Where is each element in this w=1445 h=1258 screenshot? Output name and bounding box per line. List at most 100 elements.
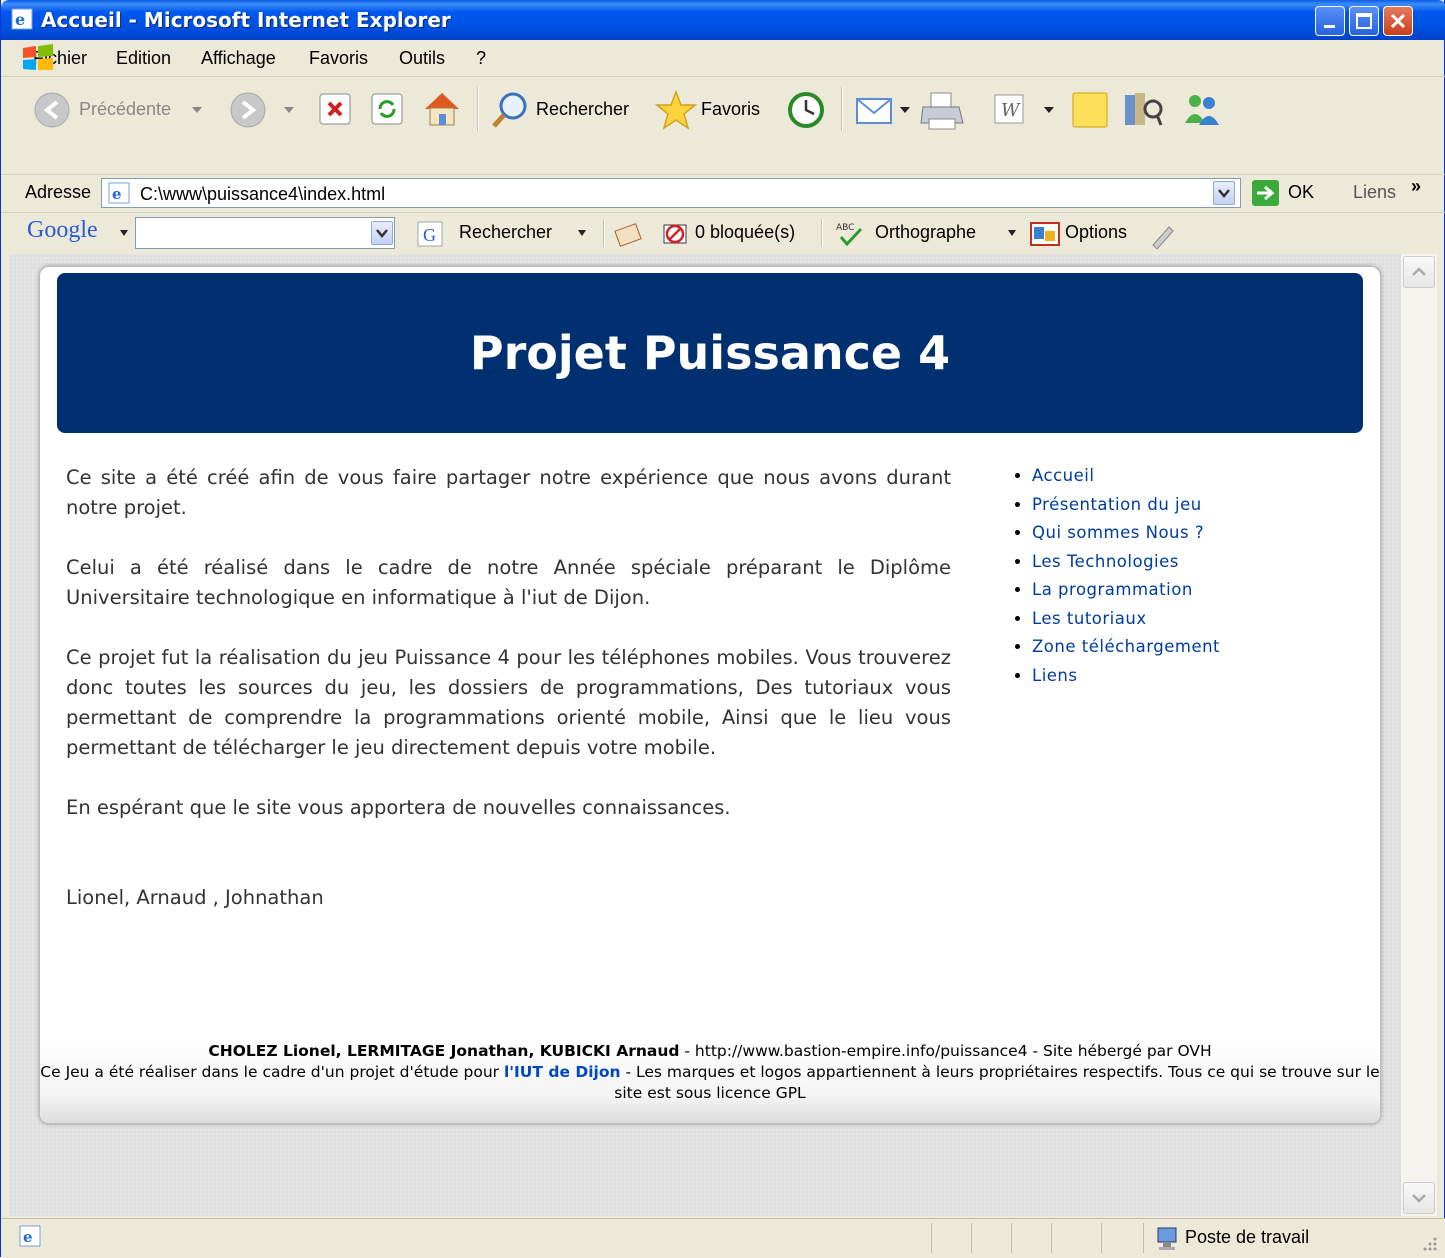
messenger-icon[interactable]: [1181, 89, 1225, 131]
back-arrow-icon[interactable]: [33, 91, 71, 129]
mail-icon[interactable]: [853, 89, 897, 129]
intro-paragraph: Ce site a été créé afin de vous faire pa…: [66, 466, 951, 519]
toolbar-separator: [477, 87, 479, 131]
close-button[interactable]: [1383, 6, 1413, 36]
highlighter-icon[interactable]: [1147, 221, 1177, 249]
svg-text:ABC: ABC: [836, 223, 854, 233]
status-cell: [1011, 1223, 1012, 1253]
stop-icon[interactable]: [317, 91, 353, 127]
edit-dropdown-icon[interactable]: [1043, 105, 1055, 115]
svg-text:G: G: [423, 225, 436, 245]
google-search-dropdown[interactable]: [371, 221, 393, 245]
svg-text:W: W: [1001, 100, 1021, 121]
close-icon: [1390, 13, 1406, 29]
page-container: Projet Puissance 4 Ce site a été créé af…: [39, 266, 1381, 1124]
sidebar-nav: Accueil Présentation du jeu Qui sommes N…: [1008, 462, 1308, 1000]
status-cell: [1143, 1223, 1144, 1253]
back-button[interactable]: Précédente: [79, 99, 171, 120]
print-icon[interactable]: [919, 89, 965, 133]
popup-blocked-count[interactable]: 0 bloquée(s): [695, 222, 795, 243]
address-field[interactable]: e C:\www\puissance4\index.html: [101, 178, 1241, 208]
ie-logo-icon: e: [11, 8, 33, 30]
vertical-scrollbar[interactable]: [1400, 254, 1437, 1216]
favorites-button[interactable]: Favoris: [701, 99, 760, 120]
go-button[interactable]: OK: [1288, 182, 1314, 203]
title-bar[interactable]: e Accueil - Microsoft Internet Explorer: [1, 0, 1445, 40]
options-icon[interactable]: [1029, 221, 1061, 249]
svg-text:e: e: [23, 1228, 33, 1246]
computer-zone-icon: [1157, 1227, 1177, 1250]
chevron-down-icon: [376, 229, 388, 238]
toolbar-separator: [603, 219, 605, 247]
maximize-button[interactable]: [1349, 6, 1379, 36]
google-logo[interactable]: Google: [27, 217, 98, 244]
links-button[interactable]: Liens: [1353, 182, 1396, 203]
google-search-input[interactable]: [135, 217, 395, 249]
google-menu-dropdown-icon[interactable]: [119, 229, 129, 237]
ie-window: e Accueil - Microsoft Internet Explorer …: [0, 0, 1445, 1258]
google-search-menu-icon[interactable]: [577, 229, 587, 237]
nav-link-telechargement[interactable]: Zone téléchargement: [1032, 633, 1308, 662]
status-cell: [931, 1223, 932, 1253]
options-button[interactable]: Options: [1065, 222, 1127, 243]
search-button[interactable]: Rechercher: [536, 99, 629, 120]
address-bar: Adresse e C:\www\puissance4\index.html O…: [1, 174, 1445, 211]
windows-flag-icon: [23, 44, 53, 70]
home-icon[interactable]: [421, 89, 463, 129]
google-toolbar: Google G Rechercher 0 bloquée(s) ABC Ort: [1, 212, 1445, 253]
footer-iut-link[interactable]: l'IUT de Dijon: [504, 1063, 621, 1081]
nav-link-tutoriaux[interactable]: Les tutoriaux: [1032, 605, 1308, 634]
nav-link-accueil[interactable]: Accueil: [1032, 462, 1308, 491]
chevron-up-icon: [1412, 267, 1426, 276]
closing-paragraph: En espérant que le site vous apportera d…: [66, 796, 731, 819]
address-url: C:\www\puissance4\index.html: [140, 184, 386, 204]
chevron-down-icon: [1412, 1194, 1426, 1203]
scroll-down-button[interactable]: [1403, 1182, 1435, 1214]
links-more-chevron[interactable]: »: [1411, 176, 1421, 197]
footer-license-text: - Les marques et logos appartiennent à l…: [614, 1063, 1380, 1102]
nav-link-qui-sommes-nous[interactable]: Qui sommes Nous ?: [1032, 519, 1308, 548]
note-icon[interactable]: [1069, 89, 1111, 131]
page-banner: Projet Puissance 4: [57, 273, 1363, 433]
address-dropdown-button[interactable]: [1213, 181, 1235, 205]
search-icon[interactable]: [489, 89, 531, 131]
spellcheck-dropdown-icon[interactable]: [1007, 229, 1017, 237]
edit-word-icon[interactable]: W: [991, 91, 1031, 127]
minimize-button[interactable]: [1315, 6, 1345, 36]
minimize-icon: [1324, 25, 1335, 28]
status-cell: [971, 1223, 972, 1253]
page-icon: e: [108, 182, 130, 204]
status-cell: [1101, 1223, 1102, 1253]
popup-blocker-icon[interactable]: [661, 221, 691, 249]
window-title: Accueil - Microsoft Internet Explorer: [41, 8, 451, 32]
signature: Lionel, Arnaud , Johnathan: [66, 886, 324, 909]
scroll-up-button[interactable]: [1403, 256, 1435, 288]
nav-link-technologies[interactable]: Les Technologies: [1032, 548, 1308, 577]
mail-dropdown-icon[interactable]: [899, 105, 911, 115]
resize-grip-icon[interactable]: [1419, 1233, 1439, 1253]
history-icon[interactable]: [785, 89, 827, 131]
research-icon[interactable]: [1121, 89, 1165, 131]
windows-logo-area: [1, 40, 1445, 77]
nav-link-presentation[interactable]: Présentation du jeu: [1032, 491, 1308, 520]
nav-link-liens[interactable]: Liens: [1032, 662, 1308, 691]
favorites-star-icon[interactable]: [655, 89, 697, 131]
main-content: Ce site a été créé afin de vous faire pa…: [66, 463, 951, 943]
page-footer: CHOLEZ Lionel, LERMITAGE Jonathan, KUBIC…: [40, 1037, 1380, 1123]
news-icon[interactable]: [613, 221, 643, 249]
google-search-button[interactable]: Rechercher: [459, 222, 552, 243]
page-viewport: Projet Puissance 4 Ce site a été créé af…: [9, 254, 1400, 1216]
footer-site-info: - http://www.bastion-empire.info/puissan…: [679, 1042, 1212, 1060]
nav-link-programmation[interactable]: La programmation: [1032, 576, 1308, 605]
forward-dropdown-icon[interactable]: [283, 105, 295, 115]
refresh-icon[interactable]: [369, 91, 405, 127]
footer-project-text: Ce Jeu a été réaliser dans le cadre d'un…: [40, 1063, 504, 1081]
spellcheck-icon[interactable]: ABC: [835, 219, 865, 249]
forward-arrow-icon[interactable]: [229, 91, 267, 129]
back-dropdown-icon[interactable]: [191, 105, 203, 115]
spellcheck-button[interactable]: Orthographe: [875, 222, 976, 243]
chevron-down-icon: [1218, 189, 1230, 198]
footer-authors: CHOLEZ Lionel, LERMITAGE Jonathan, KUBIC…: [208, 1042, 680, 1060]
status-bar: e Poste de travail: [1, 1218, 1445, 1258]
go-arrow-icon[interactable]: [1251, 179, 1281, 207]
